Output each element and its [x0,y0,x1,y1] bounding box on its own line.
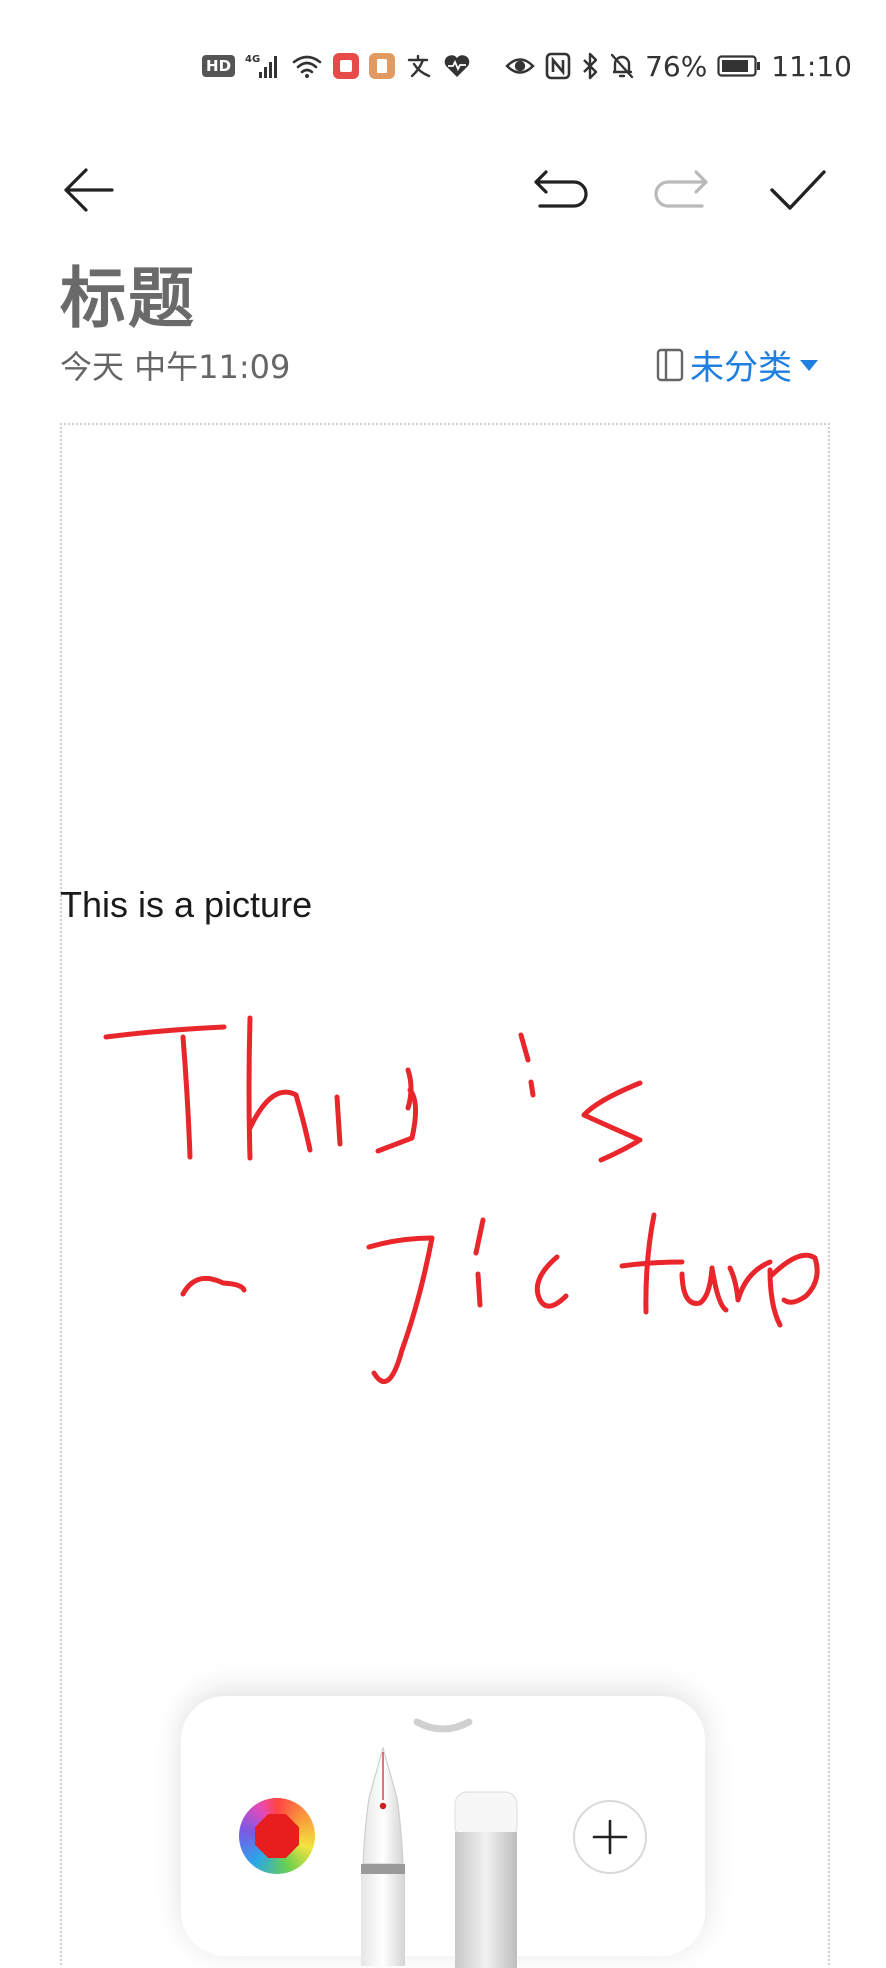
add-tool-button[interactable] [573,1800,647,1874]
drawing-tool-panel [181,1696,705,1968]
selected-color-swatch [255,1814,299,1858]
plus-icon [592,1819,628,1855]
collapse-panel-button[interactable] [413,1714,473,1738]
handwriting-ink [103,1015,820,1384]
marker-tool[interactable] [451,1788,521,1968]
fountain-pen-tool[interactable] [353,1746,413,1966]
color-picker-button[interactable] [239,1798,315,1874]
